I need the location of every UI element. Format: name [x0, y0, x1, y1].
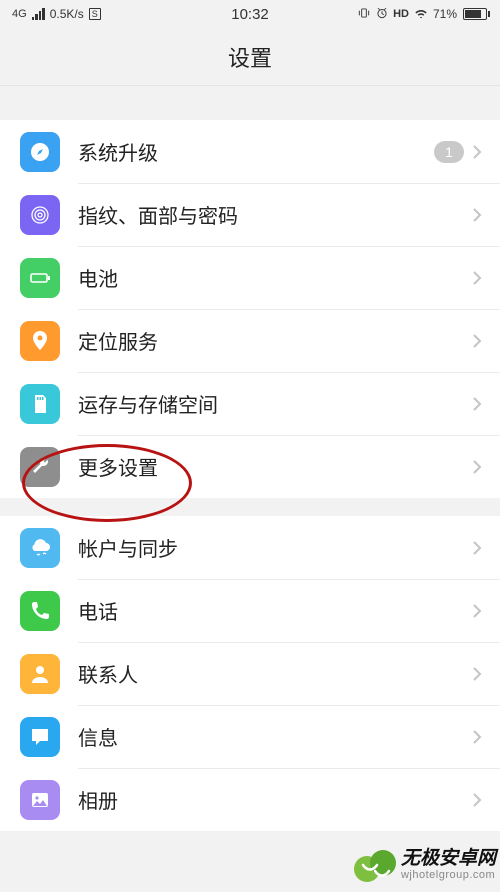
watermark-sub: wjhotelgroup.com — [401, 869, 496, 881]
settings-group: 系统升级 1 指纹、面部与密码 电池 定位服务 运存与存储空间 — [0, 120, 500, 498]
status-right: HD 71% — [269, 6, 490, 23]
row-label: 电池 — [78, 263, 472, 292]
chevron-right-icon — [472, 603, 482, 619]
chevron-right-icon — [472, 540, 482, 556]
row-label: 系统升级 — [78, 137, 434, 166]
settings-item-more[interactable]: 更多设置 — [0, 435, 500, 498]
person-icon — [20, 654, 60, 694]
row-label: 联系人 — [78, 659, 472, 688]
gallery-icon — [20, 780, 60, 820]
settings-item-security[interactable]: 指纹、面部与密码 — [0, 183, 500, 246]
location-icon — [20, 321, 60, 361]
settings-item-messages[interactable]: 信息 — [0, 705, 500, 768]
clock: 10:32 — [231, 6, 269, 23]
update-count-badge: 1 — [434, 141, 464, 163]
watermark: 无极安卓网 wjhotelgroup.com — [353, 843, 496, 887]
compass-icon — [20, 132, 60, 172]
chevron-right-icon — [472, 396, 482, 412]
settings-item-upgrade[interactable]: 系统升级 1 — [0, 120, 500, 183]
watermark-logo-icon — [353, 843, 397, 887]
status-left: 4G 0.5K/s S — [10, 7, 231, 21]
battery-icon — [461, 8, 490, 20]
cloud-icon — [20, 528, 60, 568]
chevron-right-icon — [472, 729, 482, 745]
phone-icon — [20, 591, 60, 631]
alarm-icon — [375, 6, 389, 23]
settings-item-location[interactable]: 定位服务 — [0, 309, 500, 372]
chevron-right-icon — [472, 666, 482, 682]
data-speed: 0.5K/s — [50, 7, 84, 21]
battery-icon — [20, 258, 60, 298]
sim-slot-icon: S — [89, 8, 101, 20]
sdcard-icon — [20, 384, 60, 424]
status-bar: 4G 0.5K/s S 10:32 HD 71% — [0, 0, 500, 28]
settings-item-gallery[interactable]: 相册 — [0, 768, 500, 831]
settings-item-phone[interactable]: 电话 — [0, 579, 500, 642]
hd-label: HD — [393, 8, 409, 20]
row-label: 运存与存储空间 — [78, 389, 472, 418]
nav-header: 设置 — [0, 28, 500, 86]
page-title: 设置 — [228, 41, 272, 73]
row-label: 指纹、面部与密码 — [78, 200, 472, 229]
row-label: 更多设置 — [78, 452, 472, 481]
signal-icon — [32, 8, 45, 20]
chevron-right-icon — [472, 333, 482, 349]
settings-item-contacts[interactable]: 联系人 — [0, 642, 500, 705]
watermark-title: 无极安卓网 — [401, 849, 496, 870]
row-label: 帐户与同步 — [78, 533, 472, 562]
message-icon — [20, 717, 60, 757]
settings-group: 帐户与同步 电话 联系人 信息 相册 — [0, 516, 500, 831]
vibrate-icon — [357, 6, 371, 23]
chevron-right-icon — [472, 792, 482, 808]
chevron-right-icon — [472, 207, 482, 223]
chevron-right-icon — [472, 270, 482, 286]
chevron-right-icon — [472, 144, 482, 160]
fingerprint-icon — [20, 195, 60, 235]
battery-percent: 71% — [433, 7, 457, 21]
row-label: 信息 — [78, 722, 472, 751]
wifi-icon — [413, 7, 429, 22]
row-label: 相册 — [78, 785, 472, 814]
settings-item-storage[interactable]: 运存与存储空间 — [0, 372, 500, 435]
wrench-icon — [20, 447, 60, 487]
settings-item-battery[interactable]: 电池 — [0, 246, 500, 309]
row-label: 电话 — [78, 596, 472, 625]
settings-item-accounts[interactable]: 帐户与同步 — [0, 516, 500, 579]
row-label: 定位服务 — [78, 326, 472, 355]
network-type: 4G — [12, 8, 27, 20]
chevron-right-icon — [472, 459, 482, 475]
